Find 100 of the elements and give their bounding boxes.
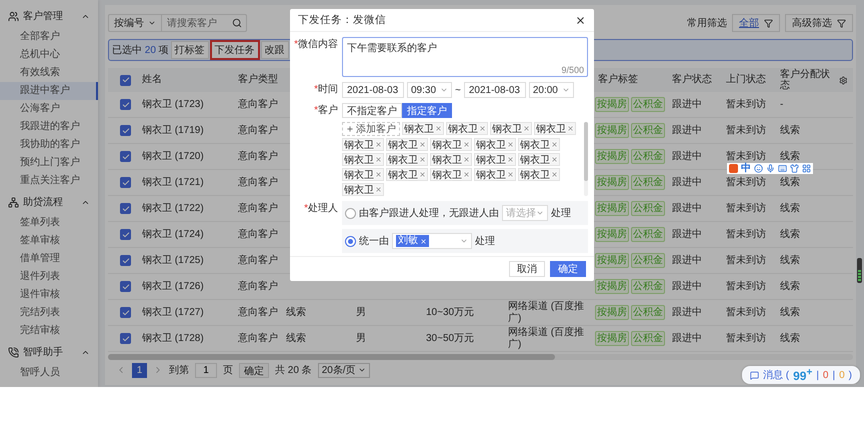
sidebar-section[interactable]: 助贷流程: [0, 190, 98, 214]
sidebar-item[interactable]: 我跟进的客户: [0, 118, 98, 136]
customer-chip[interactable]: 钢衣卫: [342, 183, 384, 196]
customer-chip[interactable]: 钢衣卫: [402, 122, 444, 135]
message-field[interactable]: 下午需要联系的客户 9/500: [342, 37, 588, 77]
advanced-filter-button[interactable]: 高级筛选: [785, 14, 853, 32]
time-select[interactable]: 20:00: [528, 82, 574, 98]
keyboard-icon[interactable]: [778, 164, 787, 173]
select-field[interactable]: 刘敏: [392, 233, 472, 249]
sidebar-item[interactable]: 退件列表: [0, 268, 98, 286]
checkbox[interactable]: [120, 99, 131, 110]
customer-chip[interactable]: 钢衣卫: [342, 138, 384, 151]
filter-button[interactable]: 全部: [732, 14, 780, 32]
sidebar-item[interactable]: 智呼人员: [0, 364, 98, 382]
page-size-select[interactable]: 20条/页: [318, 362, 370, 378]
add-customer-button[interactable]: 添加客户: [342, 122, 400, 136]
settings-icon[interactable]: [839, 76, 848, 84]
action-button[interactable]: 改跟: [260, 41, 289, 59]
sidebar-item[interactable]: 预约上门客户: [0, 154, 98, 172]
table-cell-text: 线索: [780, 176, 800, 188]
action-button[interactable]: 下发任务: [210, 41, 259, 59]
confirm-button[interactable]: 确定: [239, 362, 269, 378]
table-cell-text: 暂未到访: [726, 332, 766, 344]
action-button[interactable]: 打标签: [170, 41, 209, 59]
sidebar-section[interactable]: 智呼助手: [0, 340, 98, 364]
customer-chip[interactable]: 钢衣卫: [386, 138, 428, 151]
sidebar-item[interactable]: 完结审核: [0, 322, 98, 340]
table-cell-text: 男: [356, 306, 366, 318]
sidebar-item[interactable]: 跟进中客户: [0, 82, 98, 100]
customer-chip[interactable]: 钢衣卫: [386, 153, 428, 166]
confirm-button[interactable]: 确定: [550, 261, 586, 277]
table-cell-text: 跟进中: [672, 98, 702, 110]
checkbox[interactable]: [120, 307, 131, 318]
table-cell-text: 线索: [780, 228, 800, 240]
table-cell-text: 网络渠道 (百度推广): [508, 327, 586, 350]
table-cell-text: 暂未到访: [726, 280, 766, 292]
time-select[interactable]: 09:30: [407, 82, 452, 98]
customer-chip[interactable]: 钢衣卫: [430, 153, 472, 166]
sidebar-item[interactable]: 公海客户: [0, 100, 98, 118]
smile-icon[interactable]: [754, 164, 763, 173]
table-cell-text: 暂未到访: [726, 150, 766, 162]
sidebar-item[interactable]: 我协助的客户: [0, 136, 98, 154]
caret-icon: [460, 237, 468, 245]
sidebar-item[interactable]: 完结列表: [0, 304, 98, 322]
sidebar-item[interactable]: 借单管理: [0, 250, 98, 268]
date-field[interactable]: 2021-08-03: [464, 82, 526, 98]
sidebar-item[interactable]: 有效线索: [0, 64, 98, 82]
table-cell-text: -: [780, 98, 784, 110]
sidebar-item[interactable]: 全部客户: [0, 28, 98, 46]
grid-icon[interactable]: [802, 164, 811, 173]
checkbox[interactable]: [120, 203, 131, 214]
segment-button[interactable]: 指定客户: [402, 103, 452, 118]
customer-chip[interactable]: 钢衣卫: [342, 168, 384, 181]
input-mode: 中: [741, 164, 751, 174]
customer-chip[interactable]: 钢衣卫: [386, 168, 428, 181]
customer-chip[interactable]: 钢衣卫: [474, 153, 516, 166]
checkbox[interactable]: [120, 281, 131, 292]
table-cell-text: 钢衣卫 (1726): [142, 280, 204, 292]
customer-chip[interactable]: 钢衣卫: [490, 122, 532, 135]
customer-chip[interactable]: 钢衣卫: [534, 122, 576, 135]
checkbox[interactable]: [120, 177, 131, 188]
checkbox[interactable]: [120, 333, 131, 344]
customer-chip[interactable]: 钢衣卫: [474, 168, 516, 181]
sidebar-item[interactable]: 退件审核: [0, 286, 98, 304]
checkbox[interactable]: [120, 151, 131, 162]
customer-chip[interactable]: 钢衣卫: [342, 153, 384, 166]
checkbox[interactable]: [120, 74, 131, 86]
close-icon[interactable]: [575, 14, 586, 26]
table-cell-text: 线索: [286, 332, 306, 344]
sidebar-item[interactable]: 签单审核: [0, 232, 98, 250]
message-widget[interactable]: 消息 ( 99$^{+}$ | 0 | 0 ): [742, 366, 860, 384]
customer-chip[interactable]: 钢衣卫: [430, 138, 472, 151]
radio-button[interactable]: [345, 208, 356, 218]
sidebar-item[interactable]: 签单列表: [0, 214, 98, 232]
sidebar-item[interactable]: 重点关注客户: [0, 172, 98, 190]
cancel-button[interactable]: 取消: [509, 261, 545, 277]
customer-chip[interactable]: 钢衣卫: [518, 168, 560, 181]
checkbox[interactable]: [120, 125, 131, 136]
column-header: 上门状态: [726, 74, 766, 86]
checkbox[interactable]: [120, 229, 131, 240]
customer-chip[interactable]: 钢衣卫: [446, 122, 488, 135]
label-tag: 公积金: [631, 227, 665, 242]
selected-chip[interactable]: 刘敏: [396, 235, 429, 247]
radio-button[interactable]: [345, 236, 356, 246]
customer-chip[interactable]: 钢衣卫: [430, 168, 472, 181]
customer-chip[interactable]: 钢衣卫: [518, 153, 560, 166]
label-tag: 公积金: [631, 253, 665, 268]
page-input[interactable]: 1: [195, 362, 217, 378]
sidebar-item[interactable]: 总机中心: [0, 46, 98, 64]
date-field[interactable]: 2021-08-03: [342, 82, 404, 98]
shirt-icon[interactable]: [790, 164, 799, 173]
segment-button[interactable]: 不指定客户: [342, 103, 402, 118]
checkbox[interactable]: [120, 255, 131, 266]
side-handle-icon: [857, 258, 862, 283]
page-button[interactable]: 1: [132, 362, 147, 378]
customer-chip[interactable]: 钢衣卫: [474, 138, 516, 151]
separator-text: |: [816, 370, 819, 380]
customer-chip[interactable]: 钢衣卫: [518, 138, 560, 151]
microphone-icon[interactable]: [766, 164, 775, 173]
sidebar-section[interactable]: 客户管理: [0, 4, 98, 28]
